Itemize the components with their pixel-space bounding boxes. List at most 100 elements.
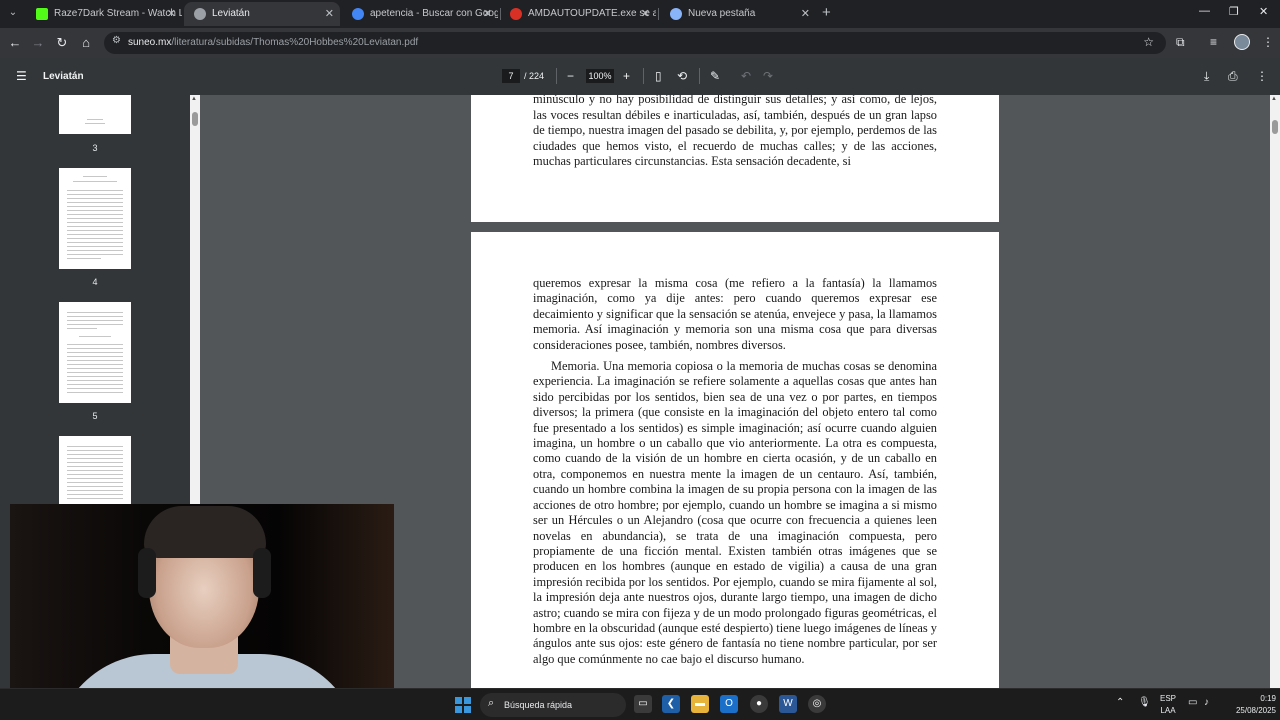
word-icon[interactable]: W (779, 695, 797, 713)
microphone-icon[interactable]: 🎙 (1138, 697, 1151, 708)
address-bar[interactable]: ⚙ suneo.mx/literatura/subidas/Thomas%20H… (104, 32, 1166, 54)
app-icon[interactable]: ◎ (808, 695, 826, 713)
zoom-out-icon[interactable]: − (567, 69, 574, 83)
toolbar-divider (556, 68, 557, 84)
language-indicator[interactable]: ESP LAA (1158, 693, 1178, 717)
page-text: queremos expresar la misma cosa (me refi… (533, 276, 937, 673)
undo-icon[interactable]: ↶ (741, 69, 751, 83)
page-scrollbar[interactable] (1270, 95, 1280, 688)
kick-favicon-icon (36, 8, 48, 20)
chrome-icon[interactable]: ● (750, 695, 768, 713)
print-icon[interactable]: ⎙ (1228, 69, 1238, 84)
pdf-page: modo que a gran distancia de un lugar el… (471, 95, 999, 222)
browser-toolbar: ← → ↻ ⌂ ⚙ suneo.mx/literatura/subidas/Th… (0, 28, 1280, 58)
site-info-icon[interactable]: ⚙ (112, 35, 121, 46)
volume-icon[interactable]: ♪ (1204, 697, 1209, 708)
taskbar-search[interactable]: ⌕ Búsqueda rápida (480, 693, 626, 717)
outlook-icon[interactable]: O (720, 695, 738, 713)
pdf-more-icon[interactable]: ⋮ (1256, 69, 1268, 83)
url-path: /literatura/subidas/Thomas%20Hobbes%20Le… (171, 37, 419, 48)
tab-leviatan[interactable]: Leviatán ✕ (184, 2, 340, 26)
page-text: modo que a gran distancia de un lugar el… (533, 95, 937, 169)
webcam-person-hair (144, 506, 266, 558)
clock-time: 0:19 (1260, 694, 1276, 703)
new-tab-icon[interactable]: + (822, 4, 831, 21)
download-icon[interactable]: ⤓ (1204, 69, 1209, 84)
close-icon[interactable]: ✕ (167, 2, 176, 26)
close-window-icon[interactable]: ✕ (1259, 5, 1268, 18)
vscode-icon[interactable]: ❮ (662, 695, 680, 713)
reload-icon[interactable]: ↻ (53, 34, 71, 52)
windows-start-icon[interactable] (455, 697, 471, 713)
extensions-icon[interactable]: ⧉ (1176, 35, 1185, 50)
url-host: suneo.mx (128, 37, 172, 48)
close-icon[interactable]: ✕ (801, 2, 810, 26)
search-icon: ⌕ (488, 697, 495, 709)
sidebar-menu-icon[interactable]: ☰ (16, 69, 27, 83)
taskbar-search-label: Búsqueda rápida (504, 700, 573, 710)
forward-icon[interactable]: → (29, 34, 47, 52)
close-icon[interactable]: ✕ (641, 2, 650, 26)
thumbnail-number: 4 (92, 277, 98, 287)
scroll-up-arrow-icon[interactable]: ▲ (1271, 96, 1277, 102)
headphones-icon (253, 548, 271, 598)
scroll-up-arrow-icon[interactable]: ▲ (191, 96, 197, 102)
tab-title: Raze7Dark Stream - Watch Live (54, 8, 182, 19)
menu-kebab-icon[interactable]: ⋮ (1262, 35, 1274, 49)
paragraph: queremos expresar la misma cosa (me refi… (533, 276, 937, 352)
page-number-input[interactable]: 7 (502, 69, 520, 83)
zoom-in-icon[interactable]: + (623, 69, 630, 83)
tab-nueva-pestana[interactable]: Nueva pestaña ✕ (660, 2, 816, 26)
rotate-icon[interactable]: ⟲ (677, 69, 687, 83)
pdf-toolbar: ☰ Leviatán 7 / 224 − 100% + ▯ ⟲ ✎ ↶ ↷ ⤓ … (0, 58, 1280, 95)
close-icon[interactable]: ✕ (483, 2, 492, 26)
paragraph: Memoria. Una memoria copiosa o la memori… (533, 359, 937, 666)
thumbnail-page[interactable] (59, 168, 131, 269)
file-explorer-icon[interactable]: ▬ (691, 695, 709, 713)
tab-apetencia[interactable]: apetencia - Buscar con Google ✕ (342, 2, 498, 26)
google-favicon-icon (352, 8, 364, 20)
chrome-favicon-icon (670, 8, 682, 20)
home-icon[interactable]: ⌂ (77, 34, 95, 52)
language-code: ESP (1159, 694, 1176, 703)
tab-title: Nueva pestaña (688, 8, 756, 19)
redo-icon[interactable]: ↷ (763, 69, 773, 83)
thumbnail-number: 3 (92, 143, 98, 153)
thumbnail-number: 5 (92, 411, 98, 421)
profile-avatar[interactable] (1234, 34, 1250, 50)
page-total: / 224 (524, 71, 545, 81)
tab-amdautoupdate[interactable]: AMDAUTOUPDATE.exe se abrió ✕ (500, 2, 656, 26)
tray-chevron-icon[interactable]: ⌃ (1116, 697, 1124, 708)
tab-separator (658, 8, 659, 20)
tab-raze7dark[interactable]: Raze7Dark Stream - Watch Live ✕ (26, 2, 182, 26)
annotate-icon[interactable]: ✎ (710, 69, 720, 83)
globe-favicon-icon (194, 8, 206, 20)
pdf-page: queremos expresar la misma cosa (me refi… (471, 232, 999, 688)
task-view-icon[interactable]: ▭ (634, 695, 652, 713)
restore-icon[interactable]: ❐ (1229, 5, 1239, 18)
url-text: suneo.mx/literatura/subidas/Thomas%20Hob… (128, 32, 418, 54)
headphones-icon (138, 548, 156, 598)
sidebar-scrollbar-thumb[interactable] (192, 112, 198, 126)
media-queue-icon[interactable]: ≡ (1210, 35, 1217, 49)
thumbnail-page[interactable] (59, 302, 131, 403)
toolbar-divider (643, 68, 644, 84)
toolbar-divider (699, 68, 700, 84)
system-clock[interactable]: 0:19 25/08/2025 (1222, 693, 1276, 717)
network-icon[interactable]: ▭ (1188, 697, 1197, 708)
keyboard-layout: LAA (1160, 706, 1176, 715)
tab-title: Leviatán (212, 8, 250, 19)
back-icon[interactable]: ← (6, 34, 24, 52)
fit-page-icon[interactable]: ▯ (655, 69, 662, 83)
tab-title: AMDAUTOUPDATE.exe se abrió (528, 8, 656, 19)
close-icon[interactable]: ✕ (325, 2, 334, 26)
zoom-input[interactable]: 100% (586, 69, 614, 83)
page-scrollbar-thumb[interactable] (1272, 120, 1278, 134)
minimize-icon[interactable]: — (1199, 5, 1210, 17)
thumbnail-page[interactable] (59, 95, 131, 134)
tab-strip: ⌄ Raze7Dark Stream - Watch Live ✕ Leviat… (0, 0, 1280, 28)
tab-search-icon[interactable]: ⌄ (4, 4, 22, 22)
bookmark-star-icon[interactable]: ☆ (1143, 35, 1154, 49)
clock-date: 25/08/2025 (1235, 706, 1276, 715)
pdf-title: Leviatán (43, 71, 84, 82)
